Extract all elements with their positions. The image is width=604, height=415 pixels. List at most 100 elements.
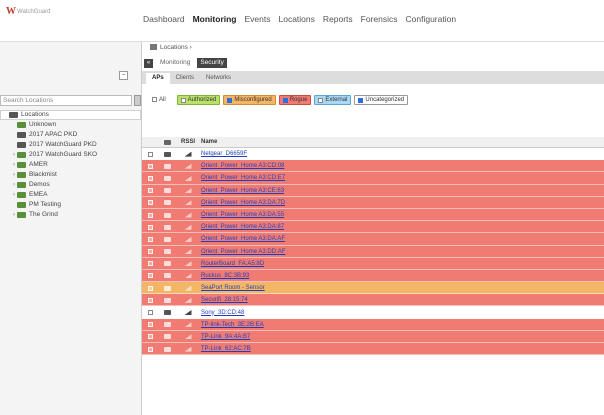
table-row[interactable]: Orient_Power_Home A3:DA:AF	[142, 233, 604, 246]
header-rssi[interactable]: RSSI	[180, 139, 196, 145]
tab-monitoring[interactable]: Monitoring	[157, 58, 193, 68]
filter-checkbox[interactable]	[227, 97, 233, 103]
tree-item[interactable]: › AMER	[0, 160, 141, 170]
table-row[interactable]: Sony_3D:CD:48	[142, 306, 604, 319]
table-row[interactable]: SeaPort Room - Sensor	[142, 282, 604, 295]
filter-checkbox[interactable]	[318, 97, 324, 103]
header-type-icon[interactable]	[159, 139, 176, 145]
tree-item[interactable]: › 2017 WatchGuard SKO	[0, 150, 141, 160]
watchguard-logo[interactable]: W WatchGuard	[6, 6, 58, 17]
filter-chip-external[interactable]: External	[314, 95, 352, 105]
tree-item[interactable]: › Demos	[0, 180, 141, 190]
row-checkbox[interactable]	[145, 224, 155, 230]
filter-chip-misconfigured[interactable]: Misconfigured	[223, 95, 276, 105]
ap-name-link[interactable]: Orient_Power_Home A3:CD:E7	[201, 175, 285, 181]
filter-checkbox[interactable]	[358, 97, 364, 103]
row-checkbox[interactable]	[145, 297, 155, 303]
row-checkbox[interactable]	[145, 273, 155, 279]
nav-item-dashboard[interactable]: Dashboard	[143, 14, 185, 24]
nav-item-configuration[interactable]: Configuration	[406, 14, 457, 24]
tree-item[interactable]: › Blackmist	[0, 170, 141, 180]
ap-name-link[interactable]: SeaPort Room - Sensor	[201, 285, 265, 291]
header-name[interactable]: Name	[201, 139, 217, 145]
ap-name-link[interactable]: Securifi_28:15:74	[201, 297, 248, 303]
tab-networks[interactable]: Networks	[200, 73, 237, 84]
row-checkbox[interactable]	[145, 175, 155, 181]
tree-root-locations[interactable]: Locations	[0, 110, 141, 120]
expand-arrow-icon[interactable]: ›	[13, 160, 15, 170]
ap-name-link[interactable]: Orient_Power_Home A3:CD:08	[201, 163, 284, 169]
filter-all[interactable]: All	[152, 96, 166, 103]
tree-item[interactable]: 2017 WatchGuard PKD	[0, 140, 141, 150]
nav-item-forensics[interactable]: Forensics	[361, 14, 398, 24]
row-checkbox[interactable]	[145, 236, 155, 242]
expand-arrow-icon[interactable]: ›	[13, 180, 15, 190]
toggle-panel-icon[interactable]: «	[144, 58, 153, 68]
row-checkbox[interactable]	[145, 322, 155, 328]
table-row[interactable]: Orient_Power_Home A3:DA:55	[142, 208, 604, 222]
row-checkbox[interactable]	[145, 261, 155, 267]
table-row[interactable]: Orient_Power_Home A3:DD:AF	[142, 245, 604, 258]
ap-name-link[interactable]: Ruckus_8C:3B:93	[201, 273, 249, 279]
location-search-input[interactable]: Search Locations	[0, 95, 132, 106]
ap-name-link[interactable]: TP-link-Tech_3E:2B:EA	[201, 322, 264, 328]
row-checkbox[interactable]	[145, 163, 155, 169]
ap-name-link[interactable]: Orient_Power_Home A3:DD:AF	[201, 249, 285, 255]
filter-chip-rogue[interactable]: Rogue	[278, 95, 312, 105]
row-checkbox[interactable]	[145, 200, 155, 206]
ap-name-link[interactable]: Orient_Power_Home A3:DA:87	[201, 224, 284, 230]
row-checkbox[interactable]	[145, 346, 155, 352]
row-checkbox[interactable]	[145, 151, 155, 157]
collapse-sidebar-button[interactable]: −	[119, 71, 128, 80]
nav-item-monitoring[interactable]: Monitoring	[193, 14, 237, 24]
row-checkbox[interactable]	[145, 188, 155, 194]
ap-name-link[interactable]: RouterBoard_FA:A5:8D	[201, 261, 264, 267]
filter-checkbox[interactable]	[282, 97, 288, 103]
tree-item[interactable]: 2017 APAC PKD	[0, 130, 141, 140]
tree-item[interactable]: › EMEA	[0, 190, 141, 200]
ap-name-link[interactable]: TP-Link_9A:4A:B7	[201, 334, 250, 340]
table-row[interactable]: Orient_Power_Home A3:DA:7D	[142, 196, 604, 210]
filter-chip-uncategorized[interactable]: Uncategorized	[354, 95, 409, 105]
expand-arrow-icon[interactable]: ›	[13, 210, 15, 220]
filter-all-checkbox[interactable]	[152, 96, 157, 102]
row-checkbox[interactable]	[145, 310, 155, 316]
nav-item-locations[interactable]: Locations	[279, 14, 315, 24]
filter-chip-authorized[interactable]: Authorized	[176, 95, 221, 105]
table-row[interactable]: RouterBoard_FA:A5:8D	[142, 257, 604, 271]
tree-item[interactable]: PM Testing	[0, 200, 141, 210]
tab-aps[interactable]: APs	[146, 73, 170, 84]
expand-arrow-icon[interactable]: ›	[13, 150, 15, 160]
table-row[interactable]: Orient_Power_Home A3:DA:87	[142, 221, 604, 234]
row-checkbox[interactable]	[145, 334, 155, 340]
filter-checkbox[interactable]	[180, 97, 186, 103]
expand-arrow-icon[interactable]: ›	[13, 170, 15, 180]
nav-item-events[interactable]: Events	[245, 14, 271, 24]
tab-clients[interactable]: Clients	[170, 73, 200, 84]
tab-security[interactable]: Security	[197, 58, 227, 68]
ap-name-link[interactable]: TP-Link_62:AC:7B	[201, 346, 251, 352]
breadcrumb-locations[interactable]: Locations	[160, 44, 188, 51]
tree-item[interactable]: › The Grind	[0, 210, 141, 220]
table-row[interactable]: Ruckus_8C:3B:93	[142, 269, 604, 283]
table-row[interactable]: Netgear_D6659F	[142, 148, 604, 161]
row-checkbox[interactable]	[145, 285, 155, 291]
ap-name-link[interactable]: Orient_Power_Home A3:DA:55	[201, 212, 284, 218]
table-row[interactable]: Orient_Power_Home A3:CD:E7	[142, 172, 604, 185]
ap-name-link[interactable]: Orient_Power_Home A3:DA:7D	[201, 200, 285, 206]
table-row[interactable]: Orient_Power_Home A3:CD:08	[142, 160, 604, 173]
table-row[interactable]: TP-Link_9A:4A:B7	[142, 330, 604, 344]
home-icon[interactable]	[150, 44, 157, 51]
table-row[interactable]: Securifi_28:15:74	[142, 294, 604, 307]
expand-arrow-icon[interactable]: ›	[13, 190, 15, 200]
ap-name-link[interactable]: Sony_3D:CD:48	[201, 310, 244, 316]
table-row[interactable]: TP-Link_62:AC:7B	[142, 343, 604, 356]
ap-name-link[interactable]: Orient_Power_Home A3:DA:AF	[201, 236, 285, 242]
tree-item[interactable]: Unknown	[0, 120, 141, 130]
row-checkbox[interactable]	[145, 212, 155, 218]
table-row[interactable]: Orient_Power_Home A3:CE:63	[142, 184, 604, 197]
nav-item-reports[interactable]: Reports	[323, 14, 353, 24]
table-row[interactable]: TP-link-Tech_3E:2B:EA	[142, 318, 604, 332]
ap-name-link[interactable]: Netgear_D6659F	[201, 151, 247, 157]
row-checkbox[interactable]	[145, 249, 155, 255]
